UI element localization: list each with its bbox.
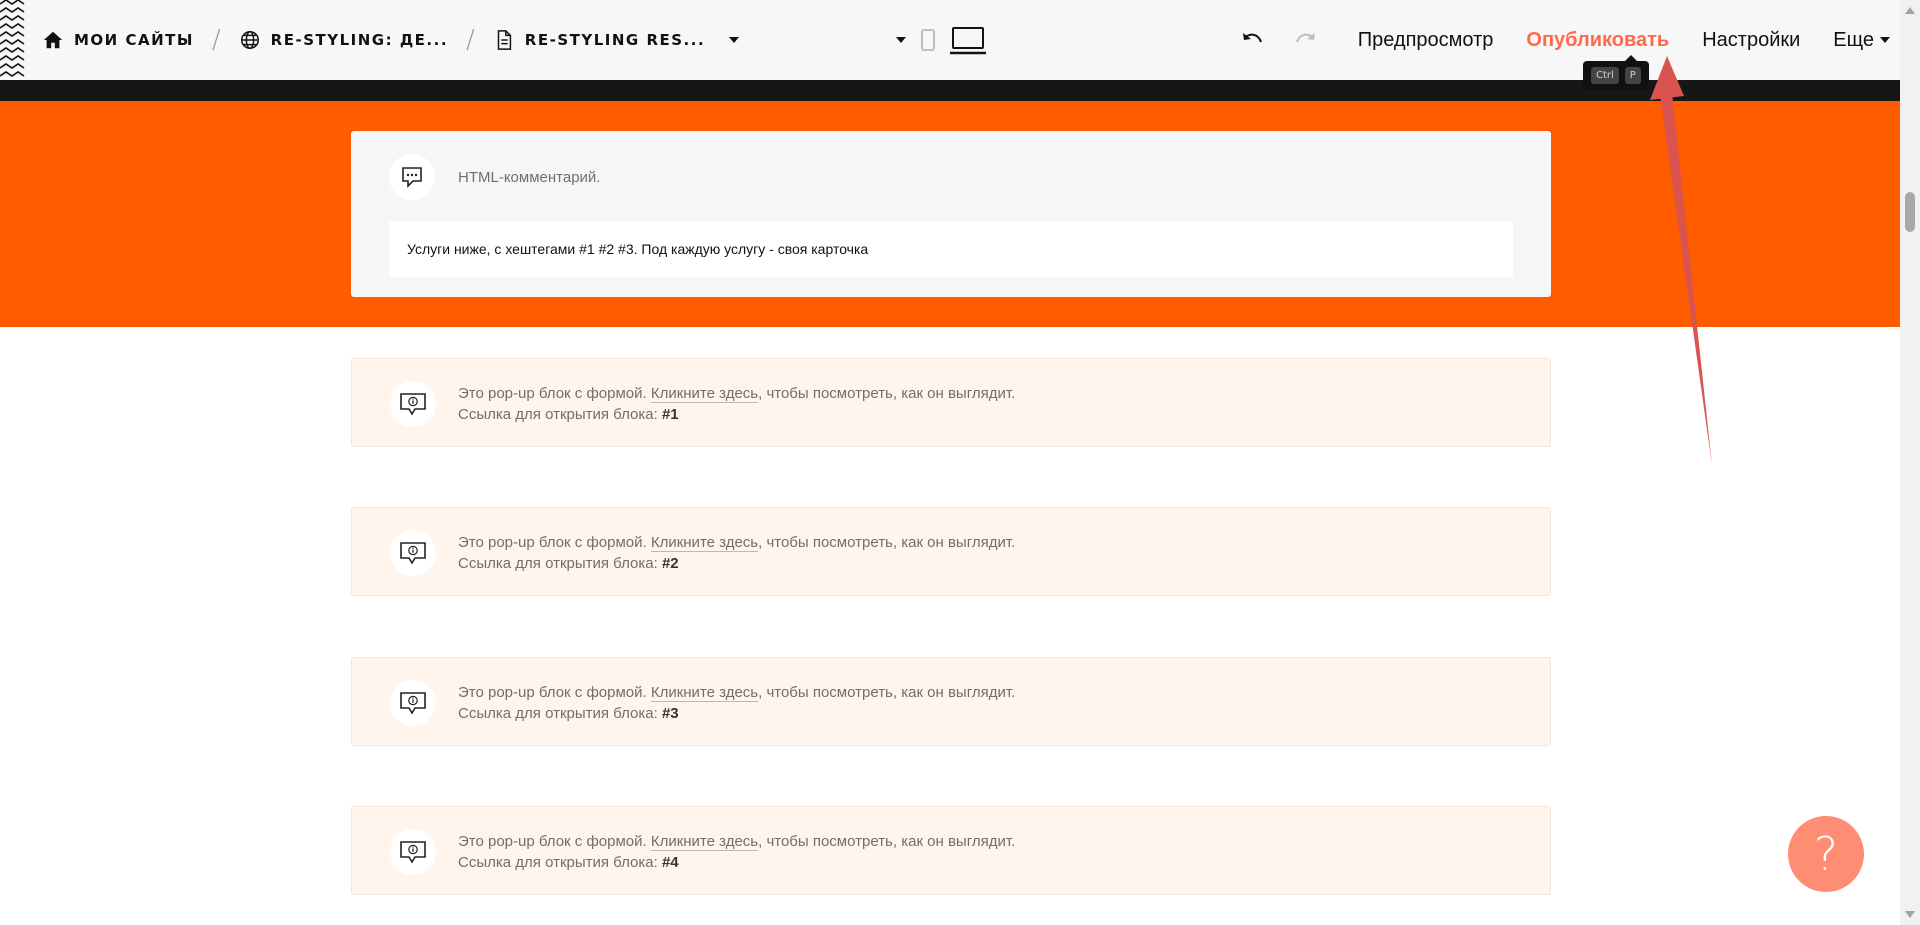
popup-text: , чтобы посмотреть, как он выглядит. xyxy=(758,385,1016,402)
breadcrumb-site[interactable]: RE-STYLING: ДЕ... xyxy=(239,29,448,51)
breadcrumb-my-sites[interactable]: МОИ САЙТЫ xyxy=(42,29,194,51)
redo-button[interactable] xyxy=(1285,20,1325,60)
popup-description: Это pop-up блок с формой. Кликните здесь… xyxy=(458,534,1016,552)
popup-link-label: Ссылка для открытия блока: xyxy=(458,705,658,722)
mobile-device-icon[interactable] xyxy=(920,28,936,52)
breadcrumb: МОИ САЙТЫ / RE-STYLING: ДЕ... / RE-STYLI… xyxy=(42,0,740,80)
popup-hash: #3 xyxy=(661,705,679,722)
popup-text: , чтобы посмотреть, как он выглядит. xyxy=(758,833,1016,850)
popup-preview-link[interactable]: Кликните здесь xyxy=(650,534,759,552)
popup-link-info: Ссылка для открытия блока: #2 xyxy=(458,555,679,572)
popup-block[interactable]: Это pop-up блок с формой. Кликните здесь… xyxy=(351,358,1551,447)
popup-preview-link[interactable]: Кликните здесь xyxy=(650,385,759,403)
scrollbar-thumb[interactable] xyxy=(1905,192,1915,232)
shortcut-ctrl-key: Ctrl xyxy=(1591,67,1619,84)
publish-shortcut-tooltip: Ctrl P xyxy=(1583,55,1649,90)
popup-text: Это pop-up блок с формой. xyxy=(458,833,647,850)
popup-description: Это pop-up блок с формой. Кликните здесь… xyxy=(458,684,1016,702)
device-switcher xyxy=(896,0,986,80)
breadcrumb-label: RE-STYLING: ДЕ... xyxy=(270,31,449,49)
help-button[interactable]: ? xyxy=(1788,816,1864,892)
popup-text: , чтобы посмотреть, как он выглядит. xyxy=(758,534,1016,551)
popup-preview-link[interactable]: Кликните здесь xyxy=(650,833,759,851)
popup-icon-circle xyxy=(390,530,436,576)
comment-icon xyxy=(402,167,422,188)
popup-text: Это pop-up блок с формой. xyxy=(458,684,647,701)
comment-title: HTML-комментарий. xyxy=(458,169,601,186)
home-icon xyxy=(43,31,63,49)
redo-icon xyxy=(1295,33,1315,43)
shortcut-p-key: P xyxy=(1624,67,1641,84)
html-comment-block[interactable]: HTML-комментарий. Услуги ниже, с хештега… xyxy=(351,131,1551,297)
settings-button[interactable]: Настройки xyxy=(1702,29,1800,52)
popup-link-info: Ссылка для открытия блока: #4 xyxy=(458,854,679,871)
popup-text: Это pop-up блок с формой. xyxy=(458,385,647,402)
more-menu-button[interactable]: Еще xyxy=(1833,29,1890,52)
info-message-icon xyxy=(400,841,426,864)
preview-button[interactable]: Предпросмотр xyxy=(1358,29,1494,52)
chevron-down-icon xyxy=(1880,37,1890,43)
zigzag-decoration xyxy=(0,0,25,77)
popup-description: Это pop-up блок с формой. Кликните здесь… xyxy=(458,385,1016,403)
globe-icon xyxy=(240,31,259,49)
info-message-icon xyxy=(400,692,426,715)
breadcrumb-separator: / xyxy=(466,25,475,55)
page-icon xyxy=(497,30,511,50)
topbar-actions: Предпросмотр Опубликовать Настройки Еще xyxy=(1233,0,1890,80)
popup-link-info: Ссылка для открытия блока: #3 xyxy=(458,705,679,722)
popup-text: Это pop-up блок с формой. xyxy=(458,534,647,551)
popup-link-label: Ссылка для открытия блока: xyxy=(458,406,658,423)
vertical-scrollbar[interactable] xyxy=(1900,0,1920,925)
popup-description: Это pop-up блок с формой. Кликните здесь… xyxy=(458,833,1016,851)
popup-text: , чтобы посмотреть, как он выглядит. xyxy=(758,684,1016,701)
info-message-icon xyxy=(400,393,426,416)
breadcrumb-label: МОИ САЙТЫ xyxy=(74,31,194,49)
device-dropdown-chevron-icon[interactable] xyxy=(896,37,906,43)
popup-block[interactable]: Это pop-up блок с формой. Кликните здесь… xyxy=(351,657,1551,746)
popup-block[interactable]: Это pop-up блок с формой. Кликните здесь… xyxy=(351,507,1551,596)
popup-icon-circle xyxy=(390,381,436,427)
popup-preview-link[interactable]: Кликните здесь xyxy=(650,684,759,702)
undo-icon xyxy=(1242,33,1262,43)
popup-link-info: Ссылка для открытия блока: #1 xyxy=(458,406,679,423)
scroll-up-arrow-icon[interactable] xyxy=(1905,7,1915,14)
popup-hash: #1 xyxy=(661,406,679,423)
more-label: Еще xyxy=(1833,28,1874,51)
popup-hash: #4 xyxy=(661,854,679,871)
comment-icon-circle xyxy=(389,154,435,200)
scroll-down-arrow-icon[interactable] xyxy=(1905,911,1915,918)
breadcrumb-page[interactable]: RE-STYLING RES... xyxy=(493,29,740,51)
popup-icon-circle xyxy=(390,829,436,875)
info-message-icon xyxy=(400,542,426,565)
popup-link-label: Ссылка для открытия блока: xyxy=(458,854,658,871)
undo-button[interactable] xyxy=(1233,20,1273,60)
comment-text: Услуги ниже, с хештегами #1 #2 #3. Под к… xyxy=(389,221,1513,277)
popup-block[interactable]: Это pop-up блок с формой. Кликните здесь… xyxy=(351,806,1551,895)
popup-link-label: Ссылка для открытия блока: xyxy=(458,555,658,572)
breadcrumb-separator: / xyxy=(211,25,221,55)
publish-button[interactable]: Опубликовать xyxy=(1526,29,1669,52)
popup-hash: #2 xyxy=(661,555,679,572)
desktop-device-icon[interactable] xyxy=(950,25,986,55)
popup-icon-circle xyxy=(390,680,436,726)
chevron-down-icon xyxy=(729,37,740,43)
breadcrumb-label: RE-STYLING RES... xyxy=(524,31,706,49)
